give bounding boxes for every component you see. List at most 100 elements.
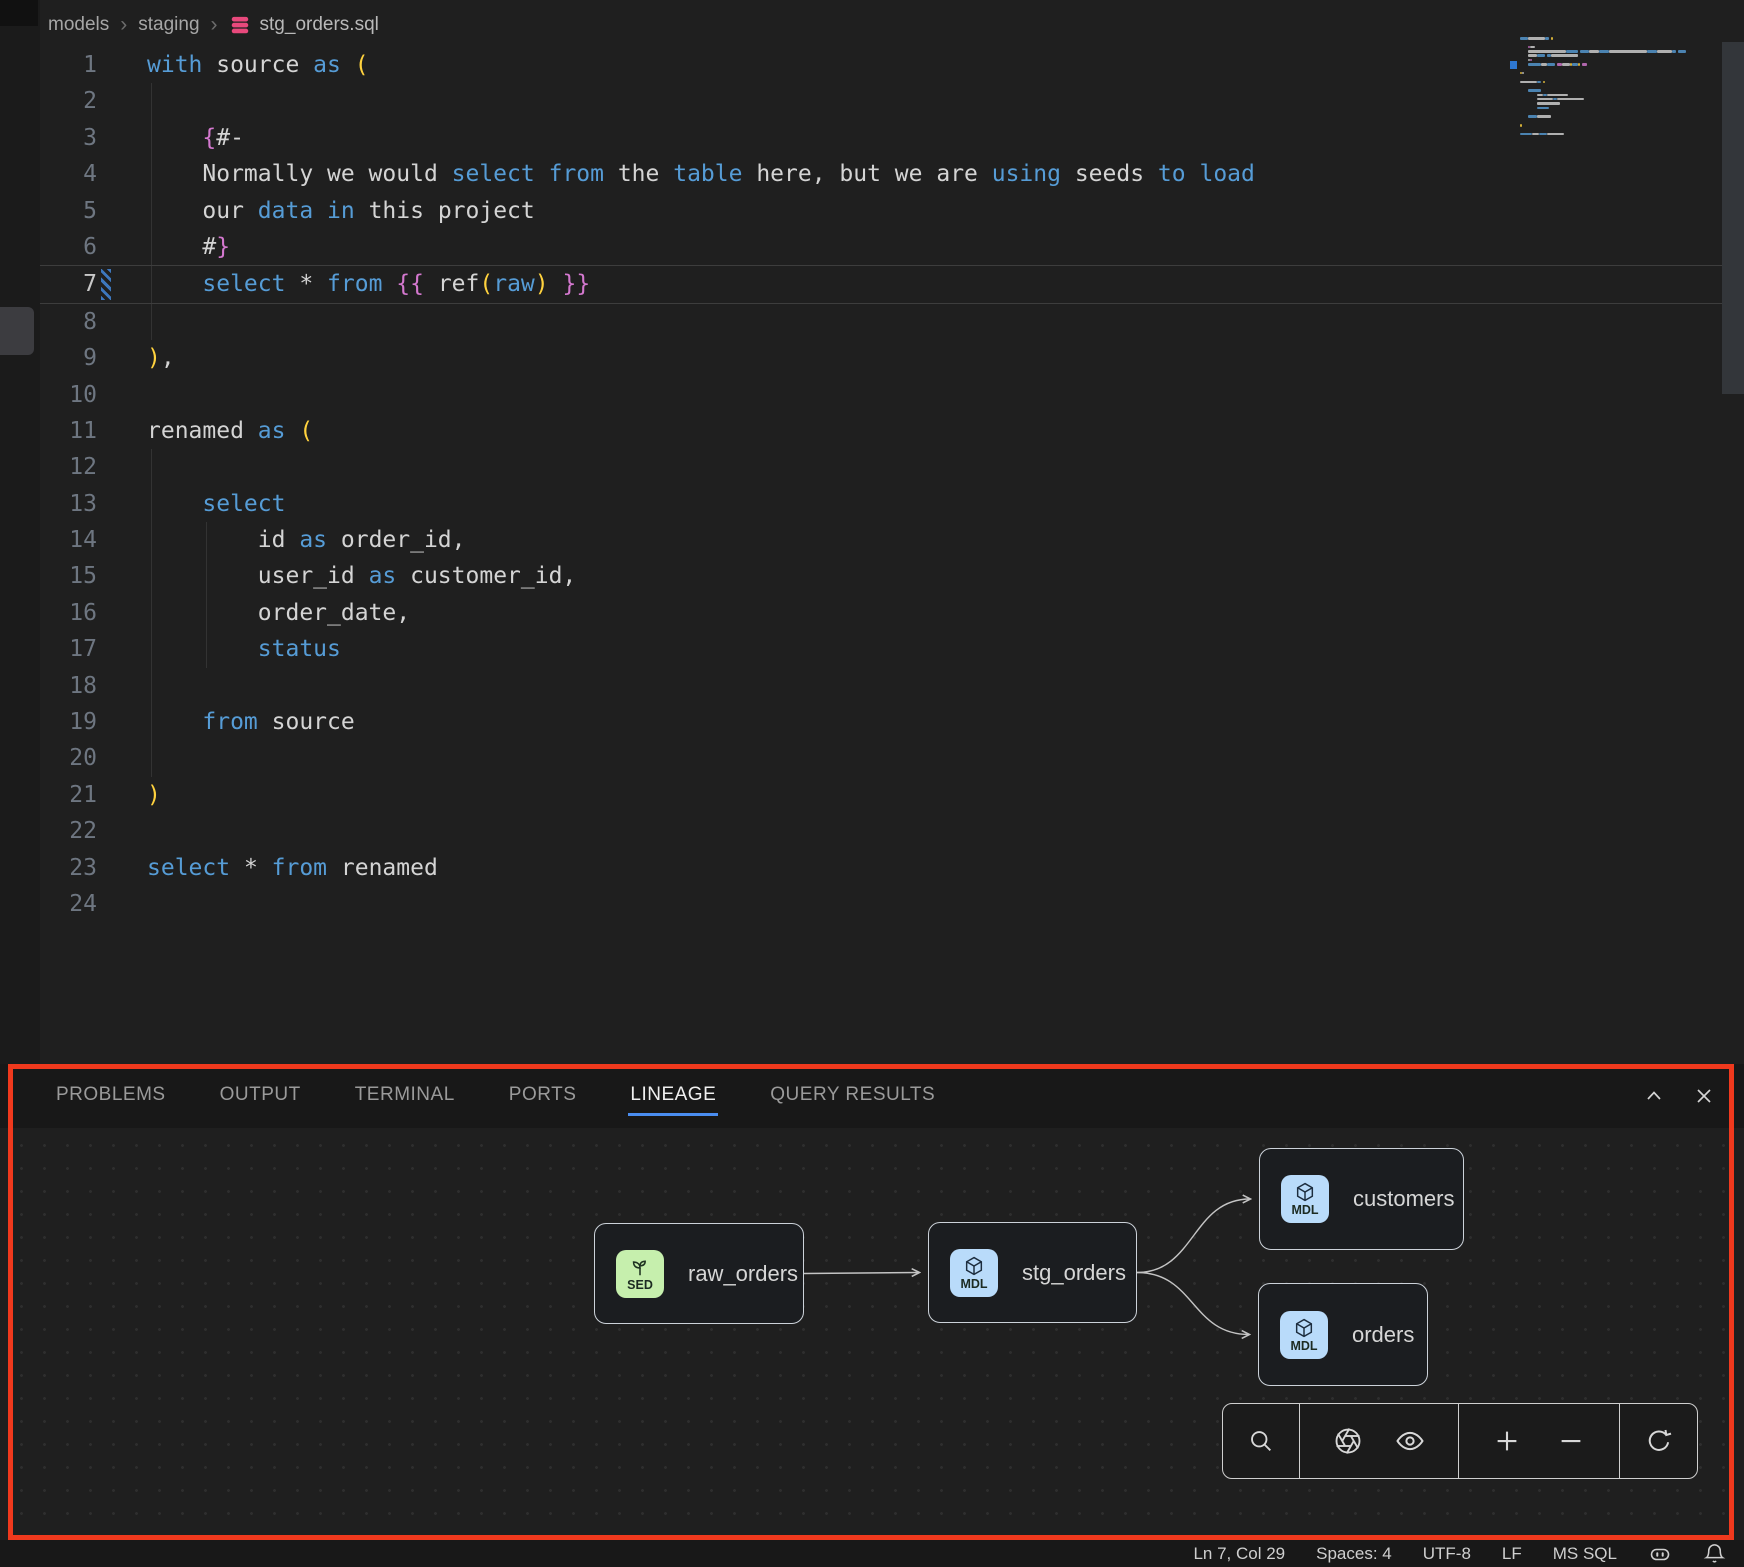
minimap-line bbox=[1537, 54, 1545, 57]
line-number: 2 bbox=[40, 83, 97, 119]
code-line[interactable]: 7 select * from {{ ref(raw) }} bbox=[40, 265, 1744, 303]
editor-scrollbar[interactable] bbox=[1722, 42, 1744, 394]
minimap-line bbox=[1551, 37, 1553, 40]
code-line[interactable]: 20 bbox=[40, 740, 1744, 776]
code-line[interactable]: 16 order_date, bbox=[40, 595, 1744, 631]
minimap[interactable] bbox=[1510, 37, 1710, 147]
status-bar: Ln 7, Col 29 Spaces: 4 UTF-8 LF MS SQL bbox=[0, 1540, 1744, 1567]
breadcrumb-item-file[interactable]: stg_orders.sql bbox=[229, 14, 379, 36]
tab-lineage[interactable]: LINEAGE bbox=[628, 1076, 718, 1116]
aperture-icon[interactable] bbox=[1333, 1426, 1363, 1456]
line-number: 14 bbox=[40, 522, 97, 558]
line-number: 8 bbox=[40, 304, 97, 340]
line-number: 4 bbox=[40, 156, 97, 192]
line-number: 19 bbox=[40, 704, 97, 740]
line-number: 15 bbox=[40, 558, 97, 594]
minimap-line bbox=[1530, 46, 1534, 49]
close-icon[interactable] bbox=[1692, 1084, 1716, 1108]
lineage-node-raw_orders[interactable]: SED raw_orders bbox=[594, 1223, 804, 1324]
zoom-out-icon[interactable] bbox=[1556, 1426, 1586, 1456]
code-line[interactable]: 24 bbox=[40, 886, 1744, 922]
code-line[interactable]: 3 {#- bbox=[40, 120, 1744, 156]
code-line[interactable]: 11renamed as ( bbox=[40, 413, 1744, 449]
copilot-icon[interactable] bbox=[1648, 1542, 1672, 1566]
bell-icon[interactable] bbox=[1703, 1542, 1726, 1565]
code-line[interactable]: 1with source as ( bbox=[40, 47, 1744, 83]
panel-tabs: PROBLEMS OUTPUT TERMINAL PORTS LINEAGE QUERY … bbox=[54, 1076, 937, 1116]
badge-label: MDL bbox=[1290, 1340, 1317, 1353]
node-label: raw_orders bbox=[688, 1261, 798, 1287]
cube-badge: MDL bbox=[1281, 1175, 1329, 1223]
minimap-line bbox=[1672, 50, 1676, 53]
lineage-node-orders[interactable]: MDL orders bbox=[1258, 1283, 1428, 1386]
line-number: 24 bbox=[40, 886, 97, 922]
breadcrumb-item-staging[interactable]: staging bbox=[138, 14, 199, 36]
code-editor[interactable]: 1with source as (23 {#-4 Normally we wou… bbox=[40, 47, 1744, 922]
tab-terminal[interactable]: TERMINAL bbox=[353, 1076, 457, 1116]
code-line[interactable]: 14 id as order_id, bbox=[40, 522, 1744, 558]
status-ms-sql[interactable]: MS SQL bbox=[1553, 1544, 1617, 1564]
code-line[interactable]: 23select * from renamed bbox=[40, 850, 1744, 886]
code-line[interactable]: 5 our data in this project bbox=[40, 193, 1744, 229]
cube-badge: MDL bbox=[950, 1249, 998, 1297]
minimap-line bbox=[1551, 54, 1578, 57]
line-number: 16 bbox=[40, 595, 97, 631]
eye-icon[interactable] bbox=[1395, 1426, 1425, 1456]
chevron-right-icon: › bbox=[211, 13, 218, 37]
code-line[interactable]: 4 Normally we would select from the tabl… bbox=[40, 156, 1744, 192]
minimap-line bbox=[1599, 50, 1609, 53]
line-number: 23 bbox=[40, 850, 97, 886]
status-ln-7-col-29[interactable]: Ln 7, Col 29 bbox=[1193, 1544, 1285, 1564]
minimap-line bbox=[1522, 72, 1524, 75]
minimap-line bbox=[1532, 133, 1538, 136]
minimap-line bbox=[1537, 81, 1541, 84]
minimap-line bbox=[1520, 81, 1537, 84]
code-line[interactable]: 8 bbox=[40, 304, 1744, 340]
status-lf[interactable]: LF bbox=[1502, 1544, 1522, 1564]
minimap-line bbox=[1537, 94, 1543, 97]
code-line[interactable]: 12 bbox=[40, 449, 1744, 485]
toolbar-cell bbox=[1223, 1404, 1299, 1478]
tab-query-results[interactable]: QUERY RESULTS bbox=[768, 1076, 937, 1116]
chevron-right-icon: › bbox=[120, 13, 127, 37]
code-line[interactable]: 15 user_id as customer_id, bbox=[40, 558, 1744, 594]
chevron-up-icon[interactable] bbox=[1642, 1084, 1666, 1108]
code-line[interactable]: 18 bbox=[40, 668, 1744, 704]
minimap-line bbox=[1528, 37, 1545, 40]
minimap-line bbox=[1547, 63, 1555, 66]
minimap-line bbox=[1528, 50, 1565, 53]
code-line[interactable]: 21) bbox=[40, 777, 1744, 813]
code-line[interactable]: 2 bbox=[40, 83, 1744, 119]
editor-left-strip bbox=[0, 0, 40, 1064]
code-line[interactable]: 17 status bbox=[40, 631, 1744, 667]
status-spaces-4[interactable]: Spaces: 4 bbox=[1316, 1544, 1392, 1564]
tab-output[interactable]: OUTPUT bbox=[218, 1076, 303, 1116]
lineage-node-stg_orders[interactable]: MDLstg_orders bbox=[928, 1222, 1137, 1323]
lineage-node-customers[interactable]: MDL customers bbox=[1259, 1148, 1464, 1250]
sash-handle[interactable] bbox=[0, 307, 34, 355]
tab-ports[interactable]: PORTS bbox=[507, 1076, 579, 1116]
code-line[interactable]: 6 #} bbox=[40, 229, 1744, 265]
seedling-badge: SED bbox=[616, 1250, 664, 1298]
status-utf-8[interactable]: UTF-8 bbox=[1423, 1544, 1471, 1564]
breadcrumb-item-models[interactable]: models bbox=[48, 14, 109, 36]
zoom-in-icon[interactable] bbox=[1492, 1426, 1522, 1456]
seedling-icon bbox=[629, 1256, 651, 1278]
code-line[interactable]: 9), bbox=[40, 340, 1744, 376]
code-line[interactable]: 22 bbox=[40, 813, 1744, 849]
node-label: customers bbox=[1353, 1186, 1454, 1212]
refresh-icon[interactable] bbox=[1644, 1426, 1674, 1456]
line-number: 22 bbox=[40, 813, 97, 849]
minimap-line bbox=[1520, 124, 1522, 127]
indent-guide bbox=[151, 449, 152, 485]
node-label: orders bbox=[1352, 1322, 1414, 1348]
code-line[interactable]: 19 from source bbox=[40, 704, 1744, 740]
code-line[interactable]: 10 bbox=[40, 377, 1744, 413]
tab-problems[interactable]: PROBLEMS bbox=[54, 1076, 168, 1116]
minimap-line bbox=[1678, 50, 1686, 53]
line-number: 21 bbox=[40, 777, 97, 813]
search-icon[interactable] bbox=[1247, 1427, 1275, 1455]
code-line[interactable]: 13 select bbox=[40, 486, 1744, 522]
toolbar-cell bbox=[1458, 1404, 1619, 1478]
badge-label: MDL bbox=[1291, 1204, 1318, 1217]
